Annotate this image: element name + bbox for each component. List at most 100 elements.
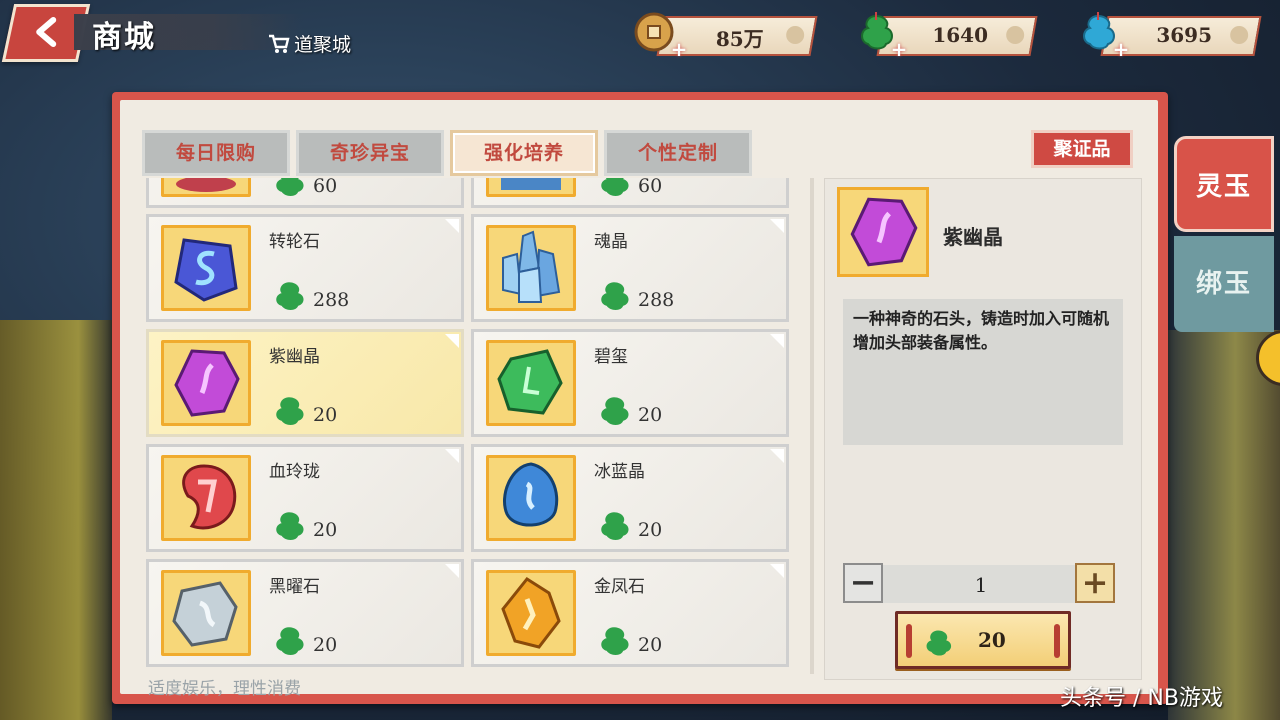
scroll-roll-right <box>1054 624 1060 658</box>
wheel-stone-icon <box>174 238 238 302</box>
quantity-value[interactable]: 1 <box>883 573 1079 597</box>
item-thumb <box>161 340 251 426</box>
item-price: 60 <box>313 178 338 197</box>
item-thumb <box>486 570 576 656</box>
background-character-left <box>0 320 112 720</box>
item-name: 碧玺 <box>594 347 628 367</box>
item-name: 紫幽晶 <box>269 347 320 367</box>
quantity-stepper: − 1 + <box>843 563 1119 605</box>
item-card-binglanjing[interactable]: 冰蓝晶 20 <box>471 444 789 552</box>
side-tab-bangyu[interactable]: 绑玉 <box>1174 236 1274 332</box>
item-card-jinfengshi[interactable]: 金凤石 20 <box>471 559 789 667</box>
detail-description: 一种神奇的石头，铸造时加入可随机增加头部装备属性。 <box>843 299 1123 445</box>
card-corner <box>770 334 784 348</box>
add-copper-button[interactable]: + <box>670 39 688 59</box>
watermark: 头条号 / NB游戏 <box>1060 686 1223 711</box>
tab-rare-treasures[interactable]: 奇珍异宝 <box>296 130 444 176</box>
item-thumb <box>161 225 251 311</box>
swirl-icon <box>1006 26 1025 44</box>
green-jade-icon <box>276 627 304 655</box>
item-thumb <box>486 340 576 426</box>
ice-crystal-icon <box>503 462 559 527</box>
add-green-jade-button[interactable]: + <box>890 39 908 59</box>
swirl-icon <box>1230 26 1249 44</box>
item-price: 20 <box>313 634 338 656</box>
item-card-xuelinglong[interactable]: 血玲珑 20 <box>146 444 464 552</box>
soul-crystal-icon <box>502 230 561 303</box>
item-name: 冰蓝晶 <box>594 462 645 482</box>
side-tab-lingyu[interactable]: 灵玉 <box>1174 136 1274 232</box>
currency-green-jade-value: 1640 <box>932 23 989 47</box>
currency-copper-value: 85万 <box>715 27 764 51</box>
item-card-heiyaoshi[interactable]: 黑曜石 20 <box>146 559 464 667</box>
item-name: 黑曜石 <box>269 577 320 597</box>
item-card[interactable]: 60 <box>146 178 464 208</box>
item-thumb <box>486 225 576 311</box>
item-price: 20 <box>638 404 663 426</box>
cert-button[interactable]: 聚证品 <box>1031 130 1133 168</box>
item-name: 金凤石 <box>594 577 645 597</box>
item-detail-pane: 紫幽晶 一种神奇的石头，铸造时加入可随机增加头部装备属性。 − 1 + 20 <box>824 178 1142 680</box>
gem-icon <box>176 178 236 192</box>
cart-icon <box>269 34 290 53</box>
item-price: 20 <box>313 519 338 541</box>
card-corner <box>770 564 784 578</box>
tab-enhance-train[interactable]: 强化培养 <box>450 130 598 176</box>
card-corner <box>445 334 459 348</box>
item-name: 血玲珑 <box>269 462 320 482</box>
item-price: 288 <box>313 289 350 311</box>
item-name: 魂晶 <box>594 232 628 252</box>
green-jade-icon <box>601 397 629 425</box>
currency-blue-jade-value: 3695 <box>1156 23 1213 47</box>
back-arrow-icon <box>36 17 57 47</box>
item-card-zhuanlunshi[interactable]: 转轮石 288 <box>146 214 464 322</box>
item-price: 20 <box>638 634 663 656</box>
card-corner <box>445 564 459 578</box>
quantity-increase-button[interactable]: + <box>1075 563 1115 603</box>
item-thumb <box>486 455 576 541</box>
notice-text: 适度娱乐，理性消费 <box>148 679 301 699</box>
page-title: 商城 <box>92 20 156 55</box>
quantity-decrease-button[interactable]: − <box>843 563 883 603</box>
item-price: 20 <box>313 404 338 426</box>
item-price: 288 <box>638 289 675 311</box>
green-jade-icon <box>601 627 629 655</box>
detail-thumb <box>837 187 929 277</box>
purple-crystal-icon <box>850 197 918 267</box>
item-thumb <box>161 455 251 541</box>
item-price: 60 <box>638 178 663 197</box>
green-jade-icon <box>926 630 952 656</box>
golden-phoenix-stone-icon <box>501 577 561 649</box>
buy-price: 20 <box>978 628 1006 652</box>
card-corner <box>770 219 784 233</box>
item-card-bixi[interactable]: 碧玺 20 <box>471 329 789 437</box>
breadcrumb[interactable]: 道聚城 <box>268 30 351 57</box>
tab-customization[interactable]: 个性定制 <box>604 130 752 176</box>
add-blue-jade-button[interactable]: + <box>1112 39 1130 59</box>
card-corner <box>445 219 459 233</box>
swirl-icon <box>786 26 805 44</box>
blood-gem-icon <box>182 464 237 530</box>
green-jade-icon <box>601 512 629 540</box>
green-jade-icon <box>276 397 304 425</box>
obsidian-icon <box>172 581 238 647</box>
item-card[interactable]: 60 <box>471 178 789 208</box>
grid-scrollbar[interactable] <box>810 178 814 674</box>
shop-panel: 每日限购 奇珍异宝 强化培养 个性定制 聚证品 60 60 转轮石 288 魂晶… <box>112 92 1168 704</box>
item-thumb <box>486 178 576 197</box>
detail-item-name: 紫幽晶 <box>943 225 1003 249</box>
item-price: 20 <box>638 519 663 541</box>
item-grid[interactable]: 60 60 转轮石 288 魂晶 288 紫幽晶 20 碧玺 20 血玲珑 20… <box>146 178 811 674</box>
top-bar: 商城 道聚城 85万 + 1640 + 3695 + <box>0 0 1280 80</box>
gem-icon <box>501 178 561 190</box>
tourmaline-icon <box>497 349 563 415</box>
item-card-hunjing[interactable]: 魂晶 288 <box>471 214 789 322</box>
buy-button[interactable]: 20 <box>895 611 1071 669</box>
green-jade-icon <box>276 282 304 310</box>
scroll-roll-left <box>906 624 912 658</box>
item-thumb <box>161 570 251 656</box>
green-jade-icon <box>276 178 304 196</box>
item-card-ziyoujing[interactable]: 紫幽晶 20 <box>146 329 464 437</box>
background-character-right <box>1168 330 1280 720</box>
tab-daily-limited[interactable]: 每日限购 <box>142 130 290 176</box>
